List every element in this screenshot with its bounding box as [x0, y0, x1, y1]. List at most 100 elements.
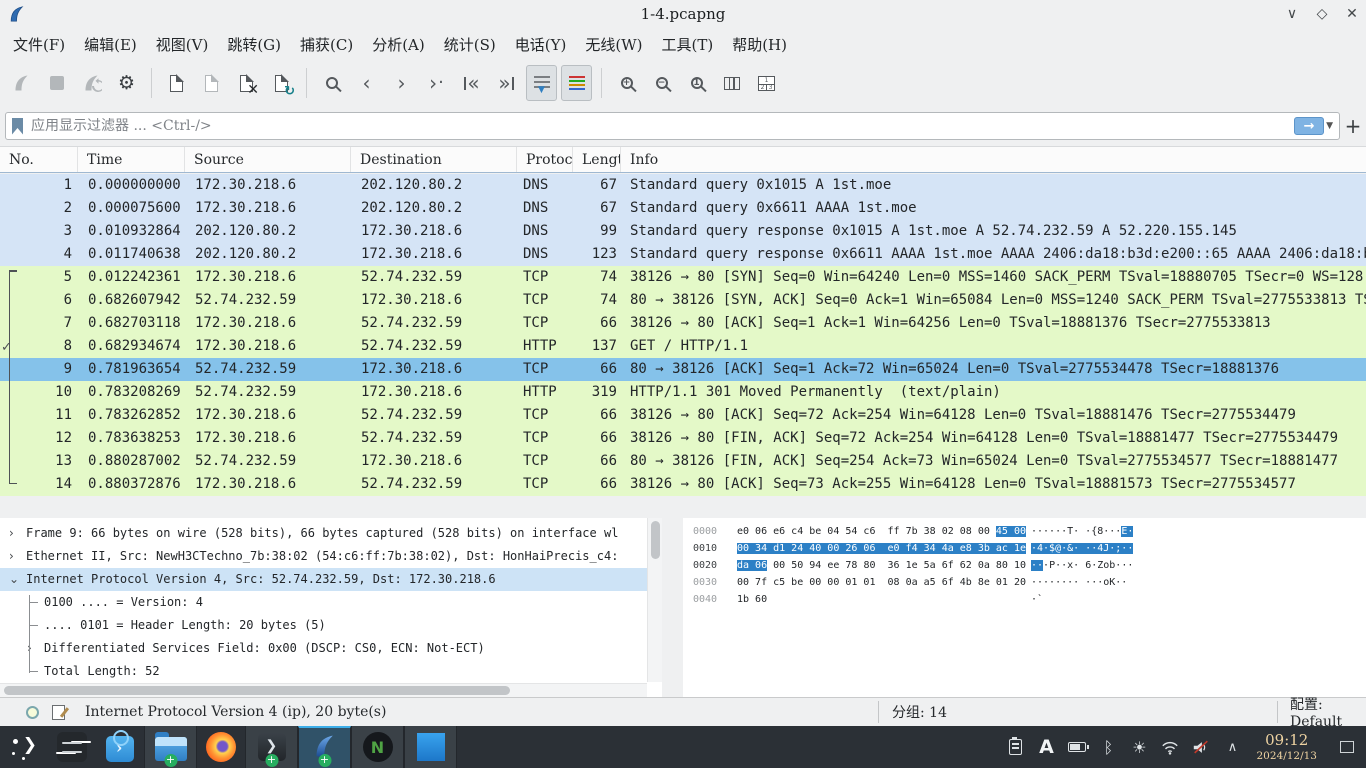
- packet-row-2[interactable]: 20.000075600172.30.218.6202.120.80.2DNS6…: [0, 197, 1366, 220]
- packet-row-5[interactable]: 50.012242361172.30.218.652.74.232.59TCP7…: [0, 266, 1366, 289]
- hex-row-0030[interactable]: 003000 7f c5 be 00 00 01 01 08 0a a5 6f …: [683, 574, 1366, 591]
- menu-item-4[interactable]: 捕获(C): [297, 32, 356, 57]
- resize-columns-button[interactable]: [716, 65, 747, 101]
- show-desktop-button[interactable]: [1340, 741, 1354, 753]
- packet-row-14[interactable]: 140.880372876172.30.218.652.74.232.59TCP…: [0, 473, 1366, 496]
- hex-row-0000[interactable]: 0000e0 06 e6 c4 be 04 54 c6 ff 7b 38 02 …: [683, 523, 1366, 540]
- display-filter-input[interactable]: [31, 118, 1294, 134]
- add-filter-button[interactable]: +: [1340, 114, 1366, 138]
- start-capture-button[interactable]: [6, 65, 37, 101]
- expand-twisty-icon[interactable]: ›: [9, 545, 14, 568]
- zoom-reset-button[interactable]: 1: [681, 65, 712, 101]
- taskbar-file-manager[interactable]: +: [144, 726, 197, 768]
- detail-line-4[interactable]: .... 0101 = Header Length: 20 bytes (5): [0, 614, 647, 637]
- packet-row-4[interactable]: 40.011740638202.120.80.2172.30.218.6DNS1…: [0, 243, 1366, 266]
- bluetooth-icon[interactable]: ᛒ: [1097, 738, 1119, 757]
- stop-capture-button[interactable]: [41, 65, 72, 101]
- menu-item-6[interactable]: 统计(S): [441, 32, 499, 57]
- hex-row-0010[interactable]: 001000 34 d1 24 40 00 26 06 e0 f4 34 4a …: [683, 540, 1366, 557]
- detail-line-0[interactable]: ›Frame 9: 66 bytes on wire (528 bits), 6…: [0, 522, 647, 545]
- auto-scroll-toggle[interactable]: ▼: [526, 65, 557, 101]
- column-header-protocol[interactable]: Protocol: [517, 147, 573, 172]
- taskbar-app-launcher[interactable]: [0, 726, 48, 768]
- details-vertical-scrollbar[interactable]: [647, 518, 662, 682]
- packet-row-6[interactable]: 60.68260794252.74.232.59172.30.218.6TCP7…: [0, 289, 1366, 312]
- capture-comment-icon[interactable]: [52, 705, 65, 720]
- zoom-out-button[interactable]: −: [646, 65, 677, 101]
- numbered-columns-button[interactable]: 123: [751, 65, 782, 101]
- column-header-time[interactable]: Time: [78, 147, 185, 172]
- taskbar-discover[interactable]: [96, 726, 144, 768]
- pane-splitter[interactable]: [0, 496, 1366, 518]
- close-button[interactable]: ✕: [1344, 6, 1360, 22]
- menu-item-10[interactable]: 帮助(H): [729, 32, 790, 57]
- hex-row-0040[interactable]: 00401b 60·`: [683, 591, 1366, 608]
- taskbar-vscode[interactable]: [404, 726, 457, 768]
- brightness-icon[interactable]: ☀: [1128, 738, 1150, 757]
- taskbar-neovim[interactable]: N: [351, 726, 404, 768]
- packet-row-12[interactable]: 120.783638253172.30.218.652.74.232.59TCP…: [0, 427, 1366, 450]
- column-header-no[interactable]: No.: [0, 147, 78, 172]
- wifi-icon[interactable]: [1159, 740, 1181, 755]
- reload-file-button[interactable]: ↻: [266, 65, 297, 101]
- menu-item-0[interactable]: 文件(F): [10, 32, 68, 57]
- input-method-icon[interactable]: A: [1035, 738, 1057, 757]
- column-header-destination[interactable]: Destination: [351, 147, 517, 172]
- apply-filter-button[interactable]: →: [1294, 117, 1324, 135]
- restart-capture-button[interactable]: [76, 65, 107, 101]
- menu-item-7[interactable]: 电话(Y): [512, 32, 570, 57]
- detail-line-6[interactable]: Total Length: 52: [0, 660, 647, 683]
- profile-text[interactable]: 配置: Default: [1290, 694, 1366, 730]
- filter-bookmark-icon[interactable]: [12, 118, 23, 135]
- packet-row-1[interactable]: 10.000000000172.30.218.6202.120.80.2DNS6…: [0, 174, 1366, 197]
- menu-item-2[interactable]: 视图(V): [153, 32, 212, 57]
- go-forward-button[interactable]: ›: [386, 65, 417, 101]
- packet-row-3[interactable]: 30.010932864202.120.80.2172.30.218.6DNS9…: [0, 220, 1366, 243]
- taskbar-system-settings[interactable]: [48, 726, 96, 768]
- column-header-info[interactable]: Info: [621, 147, 1366, 172]
- clock[interactable]: 09:12 2024/12/13: [1256, 732, 1317, 761]
- volume-muted-icon[interactable]: [1190, 740, 1212, 755]
- packet-row-7[interactable]: 70.682703118172.30.218.652.74.232.59TCP6…: [0, 312, 1366, 335]
- details-horizontal-scrollbar[interactable]: [0, 683, 647, 697]
- find-packet-button[interactable]: [316, 65, 347, 101]
- packet-row-11[interactable]: 110.783262852172.30.218.652.74.232.59TCP…: [0, 404, 1366, 427]
- zoom-in-button[interactable]: +: [611, 65, 642, 101]
- colorize-toggle[interactable]: [561, 65, 592, 101]
- taskbar-terminal[interactable]: +: [245, 726, 298, 768]
- menu-item-1[interactable]: 编辑(E): [81, 32, 140, 57]
- last-packet-button[interactable]: »: [491, 65, 522, 101]
- hex-row-0020[interactable]: 0020da 06 00 50 94 ee 78 80 36 1e 5a 6f …: [683, 557, 1366, 574]
- capture-options-button[interactable]: ⚙: [111, 65, 142, 101]
- packet-row-10[interactable]: 100.78320826952.74.232.59172.30.218.6HTT…: [0, 381, 1366, 404]
- column-header-source[interactable]: Source: [185, 147, 351, 172]
- packet-row-8[interactable]: 80.682934674172.30.218.652.74.232.59HTTP…: [0, 335, 1366, 358]
- menu-item-3[interactable]: 跳转(G): [224, 32, 284, 57]
- tray-expand-icon[interactable]: ∧: [1221, 740, 1243, 755]
- menu-item-8[interactable]: 无线(W): [582, 32, 645, 57]
- taskbar-wireshark[interactable]: +: [298, 726, 351, 768]
- go-back-button[interactable]: ‹: [351, 65, 382, 101]
- collapse-twisty-icon[interactable]: ⌄: [9, 568, 19, 591]
- minimize-button[interactable]: ∨: [1284, 6, 1300, 22]
- open-file-button[interactable]: [161, 65, 192, 101]
- detail-line-5[interactable]: ›Differentiated Services Field: 0x00 (DS…: [0, 637, 647, 660]
- maximize-button[interactable]: ◇: [1314, 6, 1330, 22]
- menu-item-5[interactable]: 分析(A): [369, 32, 428, 57]
- first-packet-button[interactable]: «: [456, 65, 487, 101]
- save-file-button[interactable]: [196, 65, 227, 101]
- detail-line-1[interactable]: ›Ethernet II, Src: NewH3CTechno_7b:38:02…: [0, 545, 647, 568]
- filter-dropdown-caret-icon[interactable]: ▼: [1326, 121, 1333, 131]
- go-to-packet-button[interactable]: ›·: [421, 65, 452, 101]
- packet-row-9[interactable]: 90.78196365452.74.232.59172.30.218.6TCP6…: [0, 358, 1366, 381]
- battery-icon[interactable]: [1066, 742, 1088, 752]
- expand-twisty-icon[interactable]: ›: [9, 522, 14, 545]
- close-file-button[interactable]: ✕: [231, 65, 262, 101]
- expert-info-icon[interactable]: [26, 706, 39, 719]
- column-header-lengtl[interactable]: Lengtl: [573, 147, 621, 172]
- packet-row-13[interactable]: 130.88028700252.74.232.59172.30.218.6TCP…: [0, 450, 1366, 473]
- menu-item-9[interactable]: 工具(T): [658, 32, 716, 57]
- taskbar-firefox[interactable]: [197, 726, 245, 768]
- detail-line-2[interactable]: ⌄Internet Protocol Version 4, Src: 52.74…: [0, 568, 647, 591]
- clipboard-icon[interactable]: [1004, 739, 1026, 755]
